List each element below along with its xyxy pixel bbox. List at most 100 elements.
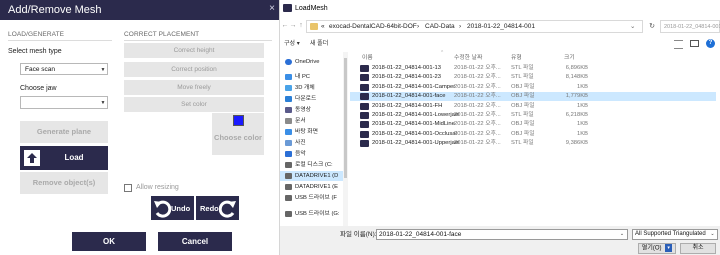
nav-item-desktop[interactable]: 바탕 화면 (280, 127, 346, 137)
undo-button[interactable]: Undo (151, 196, 194, 220)
nav-item-local-disk-c[interactable]: 로컬 디스크 (C: (280, 160, 346, 170)
redo-label: Redo (200, 204, 219, 213)
allow-resizing-checkbox[interactable] (124, 184, 132, 192)
nav-scrollbar-thumb[interactable] (344, 58, 347, 178)
split-arrow-icon[interactable]: ▾ (665, 244, 673, 252)
nav-item-label: 동영상 (295, 107, 311, 113)
generate-plane-button[interactable]: Generate plane (20, 121, 108, 143)
choose-color-button[interactable]: Choose color (212, 113, 264, 155)
nav-item-downloads[interactable]: 다운로드 (280, 94, 346, 104)
file-row[interactable]: 2018-01-22_04814-001-face 2018-01-22 오후..… (350, 92, 716, 102)
nav-item-documents[interactable]: 문서 (280, 116, 346, 126)
file-name-cell: 2018-01-22_04814-001-face (372, 93, 446, 100)
file-type-icon (360, 130, 369, 138)
search-placeholder: 2018-01-22_04814-001 검색 (664, 24, 720, 30)
organize-menu[interactable]: 구성 ▾ (284, 39, 300, 49)
nav-item-videos[interactable]: 동영상 (280, 105, 346, 115)
nav-item-datadrive-e[interactable]: DATADRIVE1 (E (280, 182, 346, 192)
column-header-size[interactable]: 크기 (564, 54, 575, 62)
undo-label: Undo (171, 204, 191, 213)
file-row[interactable]: 2018-01-22_04814-001-MidLine 2018-01-22 오… (350, 120, 716, 129)
breadcrumb-item[interactable]: exocad-DentalCAD-64bit-DOF (329, 21, 417, 32)
file-row[interactable]: 2018-01-22_04814-001-23 2018-01-22 오후... S… (350, 73, 716, 82)
preview-pane-icon[interactable] (690, 40, 699, 47)
upload-icon (24, 150, 40, 166)
chevron-down-icon: ⌄ (710, 231, 715, 237)
nav-item-usb-f[interactable]: USB 드라이브 (F (280, 193, 346, 203)
file-type-cell: STL 파일 (511, 112, 534, 118)
open-button[interactable]: 열기(O) ▾ (638, 243, 676, 254)
mesh-type-select[interactable]: Face scan ▼ (20, 63, 108, 75)
back-icon[interactable]: ← (281, 20, 289, 32)
file-row[interactable]: 2018-01-22_04814-001-FH 2018-01-22 오후... O… (350, 102, 716, 111)
desktop-icon (285, 129, 292, 135)
help-icon[interactable]: ? (706, 39, 715, 48)
breadcrumb-item[interactable]: CAD-Data (425, 21, 455, 32)
column-header-type[interactable]: 유형 (511, 54, 522, 62)
refresh-icon[interactable]: ↻ (646, 20, 658, 33)
nav-item-datadrive-d[interactable]: DATADRIVE1 (D (280, 171, 346, 181)
ok-button[interactable]: OK (72, 232, 146, 251)
usb-icon (285, 211, 292, 217)
generate-plane-label: Generate plane (36, 127, 92, 136)
correct-height-button[interactable]: Correct height (124, 43, 264, 58)
file-row[interactable]: 2018-01-22_04814-001-Upperjaw 2018-01-22 … (350, 139, 716, 148)
cancel-button[interactable]: Cancel (158, 232, 232, 251)
address-bar[interactable]: « exocad-DentalCAD-64bit-DOF › CAD-Data … (306, 20, 643, 33)
close-icon[interactable]: × (266, 2, 278, 16)
picture-icon (285, 140, 292, 146)
file-size-cell: 9,386KB (565, 140, 588, 147)
move-freely-button[interactable]: Move freely (124, 80, 264, 95)
nav-item-onedrive[interactable]: OneDrive (280, 57, 346, 67)
view-options-icon[interactable] (674, 40, 683, 49)
color-swatch (233, 115, 244, 126)
nav-item-pictures[interactable]: 사진 (280, 138, 346, 148)
redo-button[interactable]: Redo (196, 196, 239, 220)
up-icon[interactable]: ↑ (297, 20, 305, 32)
file-row[interactable]: 2018-01-22_04814-001-Occlusal 2018-01-22 … (350, 130, 716, 139)
open-label: 열기(O) (641, 245, 662, 252)
file-row[interactable]: 2018-01-22_04814-001-13 2018-01-22 오후... S… (350, 64, 716, 73)
column-header-date[interactable]: 수정한 날짜 (454, 54, 482, 62)
nav-item-label: DATADRIVE1 (E (295, 184, 338, 190)
address-row: ← → ↑ « exocad-DentalCAD-64bit-DOF › CAD… (280, 20, 720, 34)
file-date-cell: 2018-01-22 오후... (454, 112, 501, 118)
load-button[interactable]: Load (20, 146, 108, 170)
folder-icon (310, 23, 318, 30)
file-row[interactable]: 2018-01-22_04814-001-Camper 2018-01-22 오후… (350, 83, 716, 92)
file-type-cell: STL 파일 (511, 74, 534, 81)
nav-item-music[interactable]: 음악 (280, 149, 346, 159)
nav-item-3d-objects[interactable]: 3D 개체 (280, 83, 346, 93)
breadcrumb-item[interactable]: 2018-01-22_04814-001 (467, 21, 535, 32)
nav-item-usb-g[interactable]: USB 드라이브 (G: (280, 209, 346, 219)
nav-item-label: 로컬 디스크 (C: (295, 162, 333, 168)
forward-icon[interactable]: → (289, 20, 297, 32)
undo-icon (154, 200, 171, 218)
chevron-down-icon[interactable]: ⌄ (617, 230, 627, 239)
file-type-select[interactable]: All Supported Triangulated ⌄ (632, 229, 718, 240)
file-name-cell: 2018-01-22_04814-001-Occlusal (372, 130, 457, 137)
file-type-icon (360, 65, 369, 72)
file-type-icon (360, 102, 369, 110)
column-header-name[interactable]: 이름 (362, 54, 373, 62)
file-date-cell: 2018-01-22 오후... (454, 65, 501, 71)
navigation-pane: OneDrive 내 PC 3D 개체 다운로드 동영상 문서 바탕 화면 사진… (280, 52, 348, 227)
new-folder-button[interactable]: 새 폴더 (310, 39, 328, 49)
file-name-input[interactable]: 2018-01-22_04814-001-face ⌄ (376, 229, 628, 240)
nav-item-label: 내 PC (295, 74, 310, 80)
chevron-down-icon[interactable]: ⌄ (630, 21, 635, 32)
file-row[interactable]: 2018-01-22_04814-001-Lowerjaw 2018-01-22 … (350, 111, 716, 120)
search-box[interactable]: 2018-01-22_04814-001 검색 (660, 20, 720, 33)
remove-objects-button[interactable]: Remove object(s) (20, 172, 108, 194)
nav-item-this-pc[interactable]: 내 PC (280, 72, 346, 82)
jaw-select[interactable]: ▼ (20, 96, 108, 109)
file-dialog-cancel-button[interactable]: 취소 (680, 243, 716, 254)
address-chevron[interactable]: « (321, 21, 325, 32)
choose-color-label: Choose color (214, 133, 262, 142)
set-color-button[interactable]: Set color (124, 97, 264, 112)
correct-position-button[interactable]: Correct position (124, 62, 264, 77)
mesh-dialog-titlebar: Add/Remove Mesh × (0, 0, 279, 20)
cube-icon (285, 85, 292, 91)
correct-placement-heading: CORRECT PLACEMENT (124, 31, 200, 38)
file-name-cell: 2018-01-22_04814-001-MidLine (372, 121, 455, 128)
